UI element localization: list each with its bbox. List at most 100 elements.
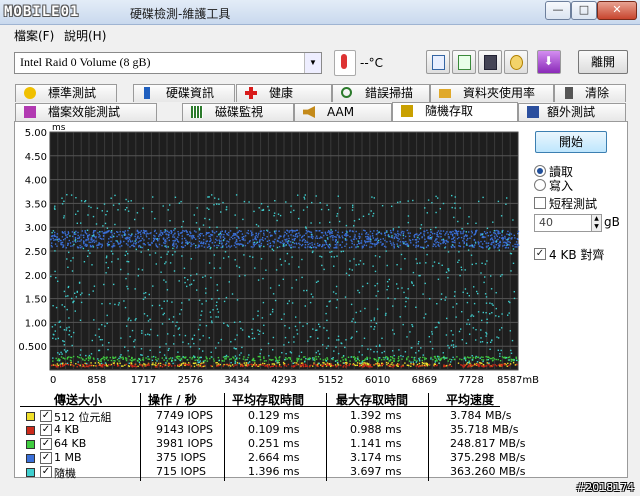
data-point (390, 242, 392, 244)
data-point (176, 238, 178, 241)
data-point (66, 308, 68, 311)
series-checkbox[interactable]: ✓ (40, 438, 52, 450)
cell-avg: 1.396 ms (248, 465, 300, 478)
data-point (100, 365, 102, 368)
data-point (262, 362, 264, 365)
data-point (228, 245, 230, 247)
column-divider (428, 393, 429, 481)
data-point (485, 242, 487, 244)
short-test-spinner[interactable]: ▲ ▼ (591, 214, 602, 232)
data-point (133, 359, 135, 361)
data-point (184, 281, 186, 284)
data-point (426, 229, 428, 232)
data-point (492, 221, 494, 223)
data-point (319, 244, 321, 246)
data-point (293, 365, 295, 367)
data-point (376, 351, 378, 353)
data-point (292, 241, 294, 244)
data-point (487, 242, 489, 244)
data-point (307, 246, 309, 248)
data-point (299, 243, 301, 246)
data-point (173, 270, 176, 272)
data-point (230, 362, 232, 364)
data-point (476, 361, 479, 363)
data-point (263, 357, 265, 360)
data-point (340, 342, 342, 344)
data-point (501, 313, 503, 315)
data-point (168, 318, 170, 320)
data-point (451, 244, 454, 246)
data-point (102, 232, 105, 234)
data-point (178, 202, 181, 204)
data-point (451, 194, 453, 197)
data-point (373, 230, 375, 232)
data-point (392, 242, 395, 244)
data-point (351, 269, 353, 271)
data-point (138, 246, 140, 248)
data-point (100, 362, 103, 365)
data-point (411, 324, 413, 326)
series-checkbox[interactable]: ✓ (40, 424, 52, 436)
data-point (128, 355, 130, 358)
data-point (220, 338, 222, 341)
data-point (173, 335, 175, 337)
read-radio[interactable] (534, 165, 546, 177)
data-point (326, 204, 328, 206)
series-checkbox[interactable]: ✓ (40, 452, 52, 464)
data-point (269, 313, 272, 316)
series-checkbox[interactable]: ✓ (40, 410, 52, 422)
align-4kb-checkbox[interactable]: ✓ (534, 248, 546, 260)
data-point (399, 201, 401, 203)
data-point (145, 357, 147, 359)
data-point (316, 329, 318, 331)
data-point (379, 344, 381, 346)
data-point (433, 365, 436, 367)
data-point (206, 360, 209, 362)
data-point (447, 344, 449, 347)
data-point (230, 236, 232, 238)
data-point (141, 237, 144, 240)
short-test-checkbox[interactable] (534, 197, 546, 209)
data-point (366, 356, 368, 359)
data-point (324, 240, 327, 242)
data-point (402, 323, 404, 326)
data-point (277, 237, 280, 239)
data-point (93, 230, 95, 232)
data-point (133, 340, 135, 343)
data-point (104, 364, 106, 366)
data-point (77, 356, 79, 358)
data-point (485, 302, 488, 304)
write-radio[interactable] (534, 179, 546, 191)
data-point (492, 364, 494, 366)
data-point (112, 235, 115, 238)
data-point (105, 357, 108, 360)
data-point (301, 276, 303, 279)
data-point (448, 270, 450, 272)
data-point (517, 244, 520, 246)
data-point (285, 244, 287, 246)
data-point (215, 316, 217, 318)
data-point (447, 251, 450, 253)
start-button[interactable]: 開始 (535, 131, 607, 153)
data-point (148, 363, 150, 365)
data-point (482, 356, 484, 358)
data-point (241, 329, 244, 331)
data-point (353, 225, 355, 227)
data-point (111, 236, 113, 239)
data-point (460, 266, 462, 268)
data-point (250, 234, 253, 237)
data-point (451, 359, 453, 361)
data-point (275, 357, 277, 360)
short-test-size-input[interactable]: 40 (534, 214, 592, 232)
data-point (438, 245, 440, 247)
data-point (317, 280, 319, 282)
y-tick-label: 2.50 (25, 247, 47, 258)
series-checkbox[interactable]: ✓ (40, 466, 52, 478)
data-point (317, 350, 319, 352)
cell-size: 64 KB (54, 437, 87, 450)
data-point (234, 362, 236, 365)
data-point (474, 363, 476, 366)
data-point (296, 229, 299, 231)
data-point (463, 242, 465, 245)
data-point (516, 243, 518, 245)
